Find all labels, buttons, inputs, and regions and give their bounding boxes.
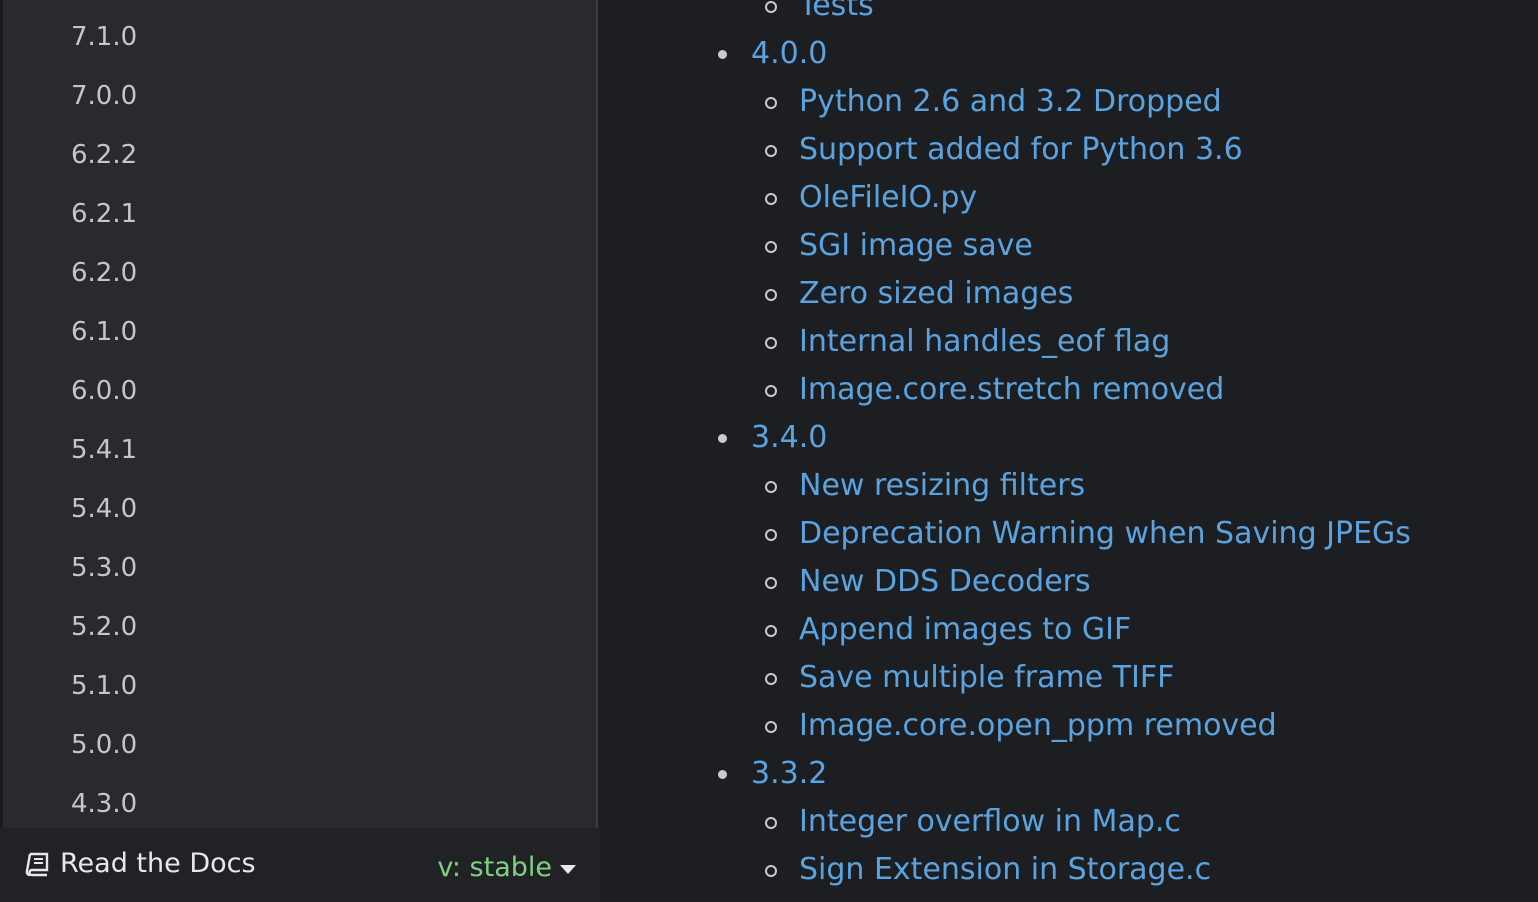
version-item[interactable]: 6.2.1 xyxy=(3,185,596,244)
version-item[interactable]: 7.0.0 xyxy=(3,67,596,126)
toc-subitem: OleFileIO.py xyxy=(600,174,1538,222)
toc-subitem: Zero sized images xyxy=(600,270,1538,318)
circle-bullet-icon xyxy=(765,865,777,877)
toc-link[interactable]: Python 2.6 and 3.2 Dropped xyxy=(799,78,1222,126)
toc-release: 3.3.2 xyxy=(600,750,1538,798)
circle-bullet-icon xyxy=(765,385,777,397)
circle-bullet-icon xyxy=(765,721,777,733)
circle-bullet-icon xyxy=(765,289,777,301)
toc-release: 3.4.0 xyxy=(600,414,1538,462)
toc-link[interactable]: Image.core.open_ppm removed xyxy=(799,702,1277,750)
disc-bullet-icon xyxy=(718,770,727,779)
circle-bullet-icon xyxy=(765,337,777,349)
rtd-flyout-bar[interactable]: Read the Docs v: stable xyxy=(0,828,600,902)
toc-link[interactable]: Zero sized images xyxy=(799,270,1073,318)
toc-subitem: Tests xyxy=(600,0,1538,30)
version-item[interactable]: 6.2.2 xyxy=(3,126,596,185)
toc-link[interactable]: Save multiple frame TIFF xyxy=(799,654,1174,702)
circle-bullet-icon xyxy=(765,1,777,13)
toc-link[interactable]: Deprecation Warning when Saving JPEGs xyxy=(799,510,1411,558)
release-link[interactable]: 4.0.0 xyxy=(751,30,827,78)
circle-bullet-icon xyxy=(765,481,777,493)
version-item[interactable]: 6.0.0 xyxy=(3,362,596,421)
version-item[interactable]: 5.4.1 xyxy=(3,421,596,480)
version-selector[interactable]: v: stable xyxy=(437,852,576,883)
toc-subitem: Append images to GIF xyxy=(600,606,1538,654)
version-item[interactable]: 4.3.0 xyxy=(3,775,596,828)
circle-bullet-icon xyxy=(765,145,777,157)
version-list: 7.1.0 7.0.0 6.2.2 6.2.1 6.2.0 6.1.0 6.0.… xyxy=(3,8,596,828)
version-item[interactable]: 5.3.0 xyxy=(3,539,596,598)
version-selector-label: v: stable xyxy=(437,852,552,883)
toc-subitem: Deprecation Warning when Saving JPEGs xyxy=(600,510,1538,558)
toc-link[interactable]: Sign Extension in Storage.c xyxy=(799,846,1211,894)
main-content: Tests 4.0.0 Python 2.6 and 3.2 Dropped S… xyxy=(600,0,1538,902)
version-item[interactable]: 5.4.0 xyxy=(3,480,596,539)
toc-link[interactable]: Integer overflow in Map.c xyxy=(799,798,1181,846)
toc-link[interactable]: New resizing filters xyxy=(799,462,1085,510)
toc-subitem: New resizing filters xyxy=(600,462,1538,510)
toc-release: 4.0.0 xyxy=(600,30,1538,78)
circle-bullet-icon xyxy=(765,577,777,589)
sidebar: 7.1.0 7.0.0 6.2.2 6.2.1 6.2.0 6.1.0 6.0.… xyxy=(0,0,598,828)
circle-bullet-icon xyxy=(765,529,777,541)
circle-bullet-icon xyxy=(765,97,777,109)
version-item[interactable]: 5.2.0 xyxy=(3,598,596,657)
circle-bullet-icon xyxy=(765,193,777,205)
release-link[interactable]: 3.4.0 xyxy=(751,414,827,462)
toc-link[interactable]: Support added for Python 3.6 xyxy=(799,126,1243,174)
circle-bullet-icon xyxy=(765,673,777,685)
toc-link[interactable]: Internal handles_eof flag xyxy=(799,318,1170,366)
toc-link[interactable]: Tests xyxy=(799,0,874,30)
toc-subitem: Image.core.open_ppm removed xyxy=(600,702,1538,750)
version-item[interactable]: 5.1.0 xyxy=(3,657,596,716)
toc-subitem: New DDS Decoders xyxy=(600,558,1538,606)
circle-bullet-icon xyxy=(765,817,777,829)
toc-subitem: Python 2.6 and 3.2 Dropped xyxy=(600,78,1538,126)
version-item[interactable]: 6.1.0 xyxy=(3,303,596,362)
toc-link[interactable]: Append images to GIF xyxy=(799,606,1131,654)
book-icon xyxy=(24,851,50,877)
toc-subitem: Sign Extension in Storage.c xyxy=(600,846,1538,894)
release-link[interactable]: 3.3.2 xyxy=(751,750,827,798)
version-item[interactable]: 6.2.0 xyxy=(3,244,596,303)
toc-subitem: Image.core.stretch removed xyxy=(600,366,1538,414)
version-item[interactable]: 5.0.0 xyxy=(3,716,596,775)
circle-bullet-icon xyxy=(765,241,777,253)
rtd-brand-label: Read the Docs xyxy=(60,848,256,879)
rtd-brand[interactable]: Read the Docs xyxy=(24,848,256,879)
toc-link[interactable]: OleFileIO.py xyxy=(799,174,977,222)
toc-subitem: SGI image save xyxy=(600,222,1538,270)
release-toc: Tests 4.0.0 Python 2.6 and 3.2 Dropped S… xyxy=(600,0,1538,894)
toc-link[interactable]: New DDS Decoders xyxy=(799,558,1091,606)
version-item[interactable]: 7.1.0 xyxy=(3,8,596,67)
toc-link[interactable]: Image.core.stretch removed xyxy=(799,366,1224,414)
toc-subitem: Internal handles_eof flag xyxy=(600,318,1538,366)
circle-bullet-icon xyxy=(765,625,777,637)
disc-bullet-icon xyxy=(718,50,727,59)
toc-link[interactable]: SGI image save xyxy=(799,222,1033,270)
disc-bullet-icon xyxy=(718,434,727,443)
caret-down-icon xyxy=(560,865,576,874)
toc-subitem: Integer overflow in Map.c xyxy=(600,798,1538,846)
toc-subitem: Support added for Python 3.6 xyxy=(600,126,1538,174)
toc-subitem: Save multiple frame TIFF xyxy=(600,654,1538,702)
